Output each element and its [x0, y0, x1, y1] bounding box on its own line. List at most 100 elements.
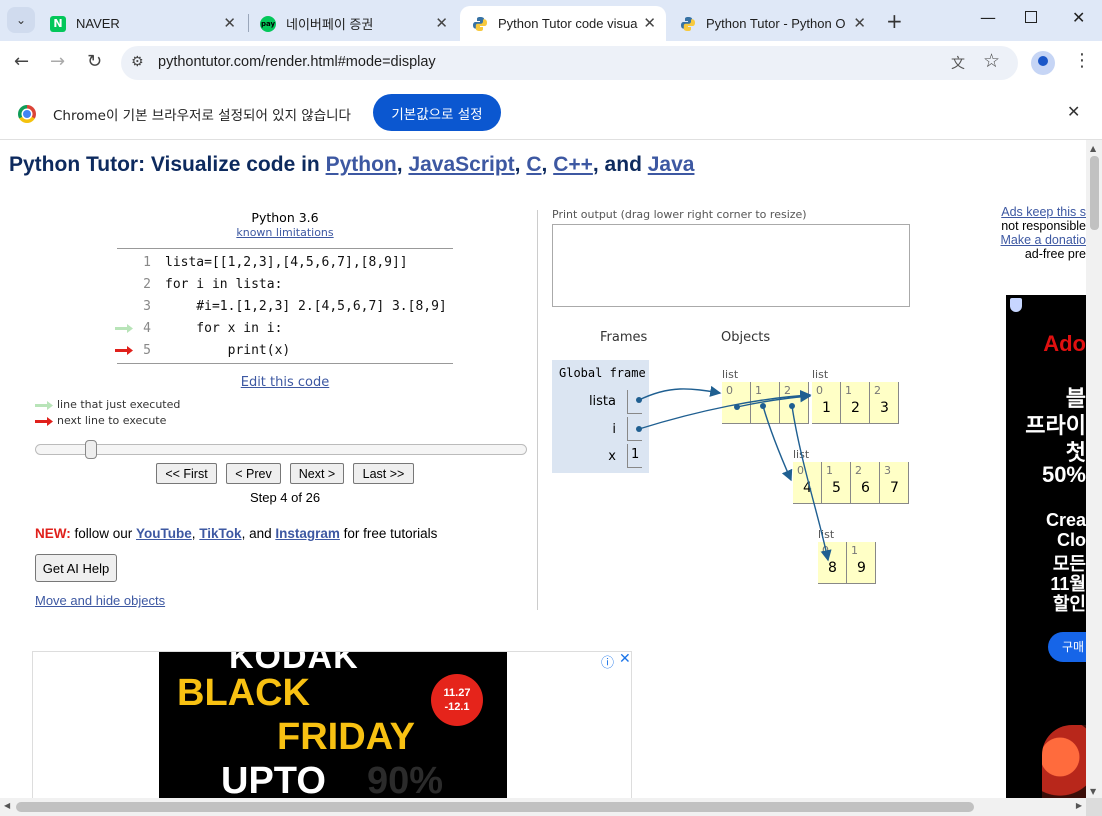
code-line: 2 for i in lista: [143, 277, 283, 292]
link-cpp[interactable]: C++ [553, 153, 593, 176]
global-frame: Global frame lista i x 1 [552, 360, 649, 473]
code-line: 3 #i=1.[1,2,3] 2.[4,5,6,7] 3.[8,9] [143, 299, 447, 314]
next-button[interactable]: Next > [290, 463, 344, 484]
url-text[interactable]: pythontutor.com/render.html#mode=display [158, 54, 436, 70]
first-button[interactable]: << First [156, 463, 217, 484]
last-button[interactable]: Last >> [353, 463, 414, 484]
prev-button[interactable]: < Prev [226, 463, 281, 484]
horizontal-scroll-thumb[interactable] [16, 802, 974, 812]
list-cell: 08 [818, 542, 847, 584]
back-button[interactable]: ← [14, 51, 29, 72]
arrow-lista [638, 385, 722, 401]
horizontal-scrollbar[interactable]: ◀ ▶ [0, 798, 1086, 816]
tab-naver[interactable]: N NAVER ✕ [38, 6, 246, 41]
code-line-just-executed: 4 for x in i: [115, 317, 453, 339]
step-counter: Step 4 of 26 [249, 490, 321, 505]
tab-search-button[interactable]: ⌄ [7, 7, 35, 33]
bottom-banner-ad[interactable]: ⓘ ✕ KODAK BLACK FRIDAY UPTO 90% 11.27 -12… [32, 651, 632, 798]
list-cell: 0 [722, 382, 751, 424]
donation-link[interactable]: Make a donatio [1001, 233, 1086, 247]
objects-heading: Objects [721, 330, 771, 345]
code-display: 1 lista=[[1,2,3],[4,5,6,7],[8,9]] 2 for i … [115, 248, 453, 364]
tiktok-link[interactable]: TikTok [199, 526, 241, 541]
list-cell: 04 [793, 462, 822, 504]
list-cell: 23 [870, 382, 899, 424]
known-limitations-link[interactable]: known limitations [117, 226, 453, 239]
language-version: Python 3.6 [251, 210, 319, 225]
set-default-button[interactable]: 기본값으로 설정 [373, 94, 501, 131]
page-title: Python Tutor: Visualize code in Python, … [9, 153, 695, 176]
move-hide-objects-link[interactable]: Move and hide objects [35, 593, 165, 608]
ad-buy-button[interactable]: 구매 [1048, 632, 1086, 662]
adchoices-icon[interactable] [1010, 298, 1022, 312]
close-tab-icon[interactable]: ✕ [223, 14, 236, 32]
tab-python-tutor-2[interactable]: Python Tutor - Python On ✕ [668, 6, 876, 41]
profile-avatar[interactable] [1031, 51, 1055, 75]
close-tab-icon[interactable]: ✕ [853, 14, 866, 32]
executed-arrow-icon [35, 401, 53, 410]
menu-kebab-icon[interactable]: ⋮ [1073, 50, 1091, 71]
chevron-down-icon: ⌄ [15, 13, 27, 27]
ad-close-icon[interactable]: ✕ [619, 651, 631, 667]
social-promo: NEW: follow our YouTube, TikTok, and Ins… [35, 526, 438, 541]
link-javascript[interactable]: JavaScript [408, 153, 514, 176]
instagram-link[interactable]: Instagram [275, 526, 340, 541]
close-tab-icon[interactable]: ✕ [435, 14, 448, 32]
ai-help-button[interactable]: Get AI Help [35, 554, 117, 582]
vertical-scrollbar[interactable]: ▲ ▼ [1086, 140, 1102, 798]
list-cell: 2 [780, 382, 809, 424]
naverpay-icon: pay [260, 15, 276, 32]
page-content: Python Tutor: Visualize code in Python, … [0, 140, 1086, 798]
list-cell: 37 [880, 462, 909, 504]
panel-divider [537, 210, 538, 610]
ad-info-icon[interactable]: ⓘ [601, 652, 614, 671]
frames-heading: Frames [600, 330, 648, 345]
var-name: x [608, 449, 616, 464]
var-pointer-i [627, 417, 642, 441]
tab-naverpay[interactable]: pay 네이버페이 증권 ✕ [248, 6, 458, 41]
edit-code-link[interactable]: Edit this code [117, 375, 453, 390]
slider-handle[interactable] [85, 440, 97, 459]
print-output-box[interactable] [552, 224, 910, 307]
close-window-button[interactable]: ✕ [1072, 8, 1085, 27]
default-browser-infobar: Chrome이 기본 브라우저로 설정되어 있지 않습니다 기본값으로 설정 ✕ [0, 86, 1102, 140]
var-value-x: 1 [627, 444, 642, 468]
list-cell: 26 [851, 462, 880, 504]
link-java[interactable]: Java [648, 153, 695, 176]
youtube-link[interactable]: YouTube [136, 526, 192, 541]
list-cell: 12 [841, 382, 870, 424]
close-tab-icon[interactable]: ✕ [643, 14, 656, 32]
vertical-scroll-thumb[interactable] [1090, 156, 1099, 230]
ad-image [1042, 725, 1086, 798]
new-tab-button[interactable]: + [886, 9, 903, 33]
bookmark-star-icon[interactable]: ☆ [983, 50, 1000, 72]
link-c[interactable]: C [526, 153, 541, 176]
step-slider[interactable] [35, 440, 527, 459]
var-pointer-lista [627, 390, 642, 414]
side-banner-ad[interactable]: Ado 블 프라이 첫 50% Crea Clo 모든 11월 할인 구매 [1006, 295, 1086, 798]
kodak-ad-image[interactable]: KODAK BLACK FRIDAY UPTO 90% 11.27 -12.1 [159, 652, 507, 798]
frame-name: Global frame [559, 366, 646, 380]
python-icon [472, 16, 488, 32]
ads-keep-link[interactable]: Ads keep this s [1001, 205, 1086, 219]
link-python[interactable]: Python [326, 153, 397, 176]
forward-button[interactable]: → [50, 51, 65, 72]
next-line-arrow-icon [35, 417, 53, 426]
browser-toolbar: ← → ↻ ⚙ pythontutor.com/render.html#mode… [0, 41, 1102, 86]
list-cell: 15 [822, 462, 851, 504]
address-bar[interactable]: ⚙ pythontutor.com/render.html#mode=displ… [121, 46, 1018, 80]
ad-links: Ads keep this s not responsible Make a d… [1000, 205, 1086, 261]
close-infobar-icon[interactable]: ✕ [1067, 102, 1080, 121]
reload-button[interactable]: ↻ [87, 51, 102, 72]
code-line-next: 5 print(x) [115, 339, 453, 361]
python-icon [680, 16, 696, 32]
minimize-button[interactable]: — [980, 8, 996, 27]
infobar-message: Chrome이 기본 브라우저로 설정되어 있지 않습니다 [53, 108, 351, 124]
translate-icon[interactable]: 文 [951, 53, 965, 73]
list-cell: 01 [812, 382, 841, 424]
maximize-button[interactable] [1025, 11, 1037, 23]
var-name: lista [588, 394, 616, 409]
site-info-icon[interactable]: ⚙ [131, 54, 144, 70]
tab-python-tutor-active[interactable]: Python Tutor code visuali ✕ [460, 6, 666, 41]
tab-strip: ⌄ N NAVER ✕ pay 네이버페이 증권 ✕ Python Tutor … [0, 0, 1102, 41]
